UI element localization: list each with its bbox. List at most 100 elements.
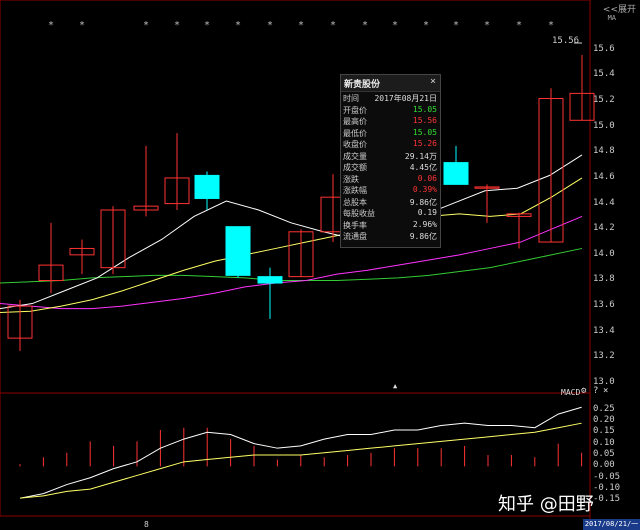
popup-row-label: 每股收益	[343, 209, 375, 218]
ma60-line	[0, 247, 583, 284]
popup-row-label: 涨跌	[343, 174, 359, 184]
popup-row: 流通盘 9.86亿	[341, 230, 440, 242]
popup-row: 涨跌幅 0.39%	[341, 184, 440, 196]
price-tick-label: 15.0	[593, 120, 615, 131]
date-indicator: 2017/08/21/一	[583, 519, 640, 530]
event-marker: *	[330, 20, 337, 31]
price-tick-label: 15.6	[593, 43, 615, 54]
scroll-up-icon[interactable]: ▲	[393, 382, 397, 390]
popup-row-label: 涨跌幅	[343, 186, 367, 195]
event-marker: *	[484, 20, 491, 31]
price-tick-label: 14.0	[593, 248, 615, 259]
price-tick-label: 13.2	[593, 351, 615, 362]
macd-tick-label: -0.15	[593, 494, 621, 505]
popup-row: 开盘价 15.05	[341, 104, 440, 116]
popup-row: 最低价 15.05	[341, 127, 440, 139]
event-marker: *	[235, 20, 242, 31]
popup-row-label: 成交额	[343, 163, 367, 172]
popup-row-value: 0.06	[417, 173, 437, 183]
macd-tick-label: 0.25	[593, 403, 615, 414]
watermark: 知乎 @田野	[498, 494, 594, 515]
macd-tick-label: -0.10	[593, 483, 621, 494]
event-marker: *	[423, 20, 430, 31]
event-marker: *	[267, 20, 274, 31]
popup-row-label: 流通盘	[343, 232, 367, 241]
event-marker: *	[174, 20, 181, 31]
popup-row: 时间 2017年08月21日	[341, 92, 440, 104]
price-tick-label: 13.8	[593, 274, 615, 285]
popup-row-label: 最高价	[343, 117, 367, 126]
popup-row-label: 换手率	[343, 220, 367, 230]
macd-title: MACD	[561, 388, 581, 397]
price-tick-label: 14.2	[593, 223, 615, 234]
close-icon[interactable]: ×	[603, 386, 608, 396]
event-marker: *	[516, 20, 523, 31]
event-marker: *	[548, 20, 555, 31]
macd-tick-label: -0.05	[593, 471, 621, 482]
price-tick-label: 14.8	[593, 146, 615, 157]
macd-tick-label: 0.15	[593, 426, 615, 437]
event-marker: *	[79, 20, 86, 31]
popup-rows: 时间 2017年08月21日 开盘价 15.05 最高价 15.56 最低价 15.05 收盘价…	[341, 92, 440, 242]
popup-row-value: 9.86亿	[409, 232, 437, 241]
macd-tick-label: 0.00	[593, 460, 615, 471]
candles	[7, 42, 595, 351]
event-marker: *	[298, 20, 305, 31]
popup-row-value: 0.39%	[412, 185, 437, 194]
event-marker: *	[453, 20, 460, 31]
price-tick-label: 13.4	[593, 325, 615, 336]
high-price-label: 15.56	[552, 36, 580, 46]
popup-row-value: 29.14万	[404, 151, 437, 161]
popup-row: 成交量 29.14万	[341, 150, 440, 162]
popup-title: 新贵股份	[344, 80, 381, 90]
macd-tick-label: 0.10	[593, 437, 615, 448]
popup-row-value: 2.96%	[412, 219, 437, 229]
popup-row-label: 时间	[343, 94, 359, 103]
candle-body	[443, 162, 469, 185]
popup-row-value: 15.05	[412, 127, 437, 137]
ma-label: MA	[607, 14, 616, 22]
popup-row: 每股收益 0.19	[341, 207, 440, 219]
popup-row: 换手率 2.96%	[341, 219, 440, 231]
macd-tick-label: 0.05	[593, 449, 615, 459]
macd-panel	[19, 406, 583, 499]
chart-frame	[0, 0, 591, 517]
event-marker: *	[392, 20, 399, 31]
popup-row-label: 成交量	[343, 151, 367, 161]
popup-row-value: 0.19	[417, 208, 437, 217]
price-tick-label: 15.4	[593, 69, 615, 80]
popup-row-value: 4.45亿	[409, 163, 437, 172]
candle-body	[225, 226, 251, 276]
price-tick-label: 14.4	[593, 197, 615, 208]
moving-averages	[0, 154, 583, 314]
event-marker: *	[204, 20, 211, 31]
ma20-line	[0, 215, 583, 310]
popup-row: 总股本 9.86亿	[341, 196, 440, 208]
price-tick-label: 14.6	[593, 171, 615, 182]
popup-row: 成交额 4.45亿	[341, 161, 440, 173]
popup-row: 收盘价 15.26	[341, 138, 440, 150]
popup-row-value: 15.56	[412, 116, 437, 125]
popup-row: 最高价 15.56	[341, 115, 440, 127]
stock-info-popup[interactable]: 新贵股份 × 时间 2017年08月21日 开盘价 15.05 最高价 15.56 最低价 1…	[340, 74, 441, 248]
popup-row-label: 总股本	[343, 197, 367, 207]
gear-icon[interactable]: ⚙	[581, 386, 586, 396]
popup-row-label: 最低价	[343, 128, 367, 138]
price-tick-label: 13.6	[593, 300, 615, 311]
close-icon[interactable]: ×	[430, 76, 436, 87]
help-icon[interactable]: ?	[593, 386, 598, 396]
x-axis-label: 8	[144, 520, 149, 529]
ma10-line	[0, 177, 583, 314]
popup-row-label: 收盘价	[343, 140, 367, 149]
popup-row-value: 9.86亿	[409, 197, 437, 207]
kline-chart[interactable]	[0, 0, 640, 530]
price-tick-label: 15.2	[593, 95, 615, 106]
event-marker: *	[48, 20, 55, 31]
popup-row-value: 15.05	[412, 104, 437, 114]
event-marker: *	[362, 20, 369, 31]
popup-row: 涨跌 0.06	[341, 173, 440, 185]
event-marker: *	[143, 20, 150, 31]
candle-body	[194, 174, 220, 199]
popup-row-value: 2017年08月21日	[374, 94, 437, 103]
macd-tick-label: 0.20	[593, 414, 615, 425]
